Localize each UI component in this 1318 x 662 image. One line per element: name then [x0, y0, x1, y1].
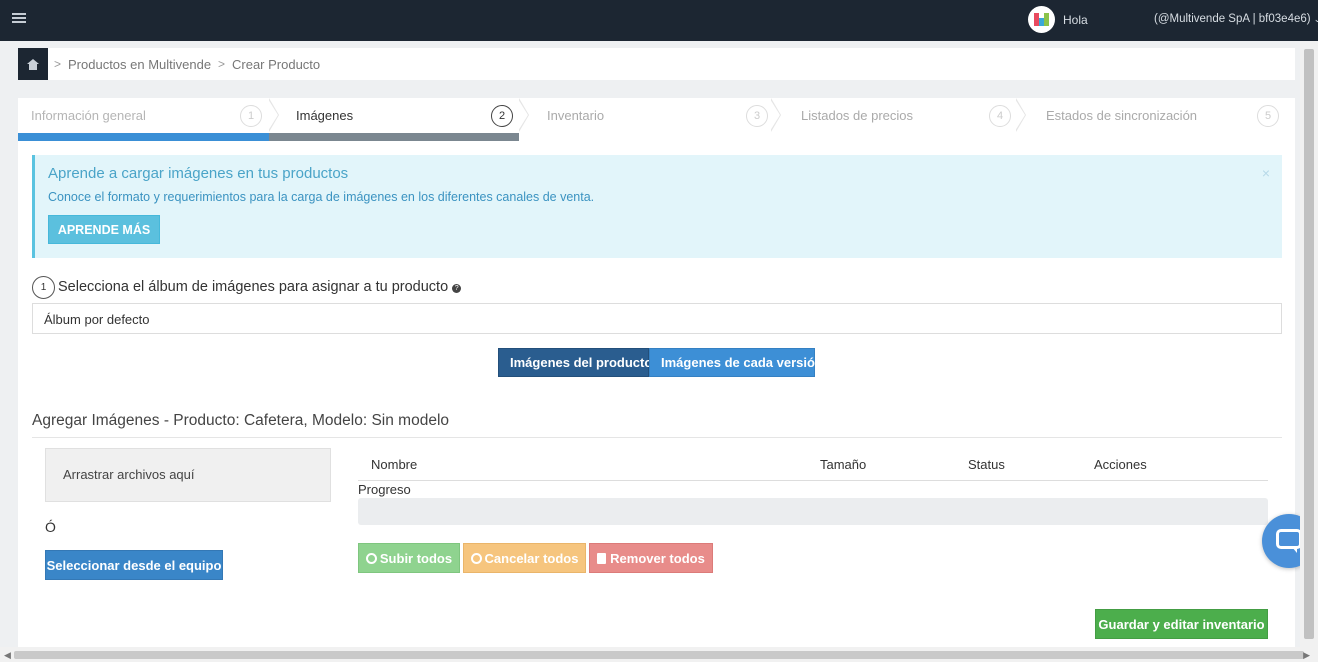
account-dropdown[interactable]: (@Multivende SpA | bf03e4e6) ⌄: [1154, 13, 1318, 25]
breadcrumb: > Productos en Multivende > Crear Produc…: [18, 48, 1295, 80]
top-navbar: Hola (@Multivende SpA | bf03e4e6) ⌄: [0, 0, 1318, 41]
remove-all-button[interactable]: Remover todos: [589, 543, 713, 573]
step-listados-precios[interactable]: Listados de precios 4: [771, 98, 1026, 141]
ban-icon: [470, 552, 482, 564]
section-step-number: 1: [32, 276, 55, 299]
menu-toggle-icon[interactable]: [12, 12, 28, 26]
aprende-mas-button[interactable]: APRENDE MÁS: [48, 215, 160, 244]
breadcrumb-separator: >: [218, 57, 226, 71]
upload-section-title: Agregar Imágenes - Producto: Cafetera, M…: [32, 412, 450, 429]
step-chevron: [1015, 98, 1026, 132]
column-header-nombre: Nombre: [371, 457, 418, 472]
step-label: Estados de sincronización: [1046, 108, 1198, 123]
remove-all-label: Remover todos: [610, 550, 705, 566]
step-inventario[interactable]: Inventario 3: [519, 98, 781, 141]
column-header-tamano: Tamaño: [820, 457, 867, 472]
column-header-status: Status: [968, 457, 1005, 472]
info-alert: Aprende a cargar imágenes en tus product…: [32, 155, 1282, 258]
vertical-scrollbar[interactable]: [1300, 41, 1318, 647]
or-text: Ó: [45, 519, 56, 535]
dropzone-label: Arrastrar archivos aquí: [63, 467, 195, 482]
alert-text: Conoce el formato y requerimientos para …: [48, 190, 595, 204]
upload-all-button[interactable]: Subir todos: [358, 543, 460, 573]
album-title-text: Selecciona el álbum de imágenes para asi…: [58, 279, 449, 295]
help-icon[interactable]: ?: [452, 284, 462, 293]
select-files-button[interactable]: Seleccionar desde el equipo: [45, 550, 223, 580]
step-progress-bar: [18, 133, 269, 141]
greeting-text: Hola: [1063, 13, 1088, 27]
content-panel: Aprende a cargar imágenes en tus product…: [18, 141, 1295, 647]
step-label: Imágenes: [296, 108, 354, 123]
table-header-divider: [358, 480, 1268, 481]
album-selected-value: Álbum por defecto: [44, 312, 150, 327]
breadcrumb-productos[interactable]: Productos en Multivende: [68, 57, 211, 72]
step-progress-bar: [771, 133, 1016, 141]
step-label: Inventario: [547, 108, 605, 123]
breadcrumb-separator: >: [54, 57, 62, 71]
album-section-title: Selecciona el álbum de imágenes para asi…: [58, 279, 462, 295]
tab-imagenes-version[interactable]: Imágenes de cada versión: [649, 348, 823, 377]
upload-progress-bar: [358, 498, 1268, 525]
step-number: 1: [240, 105, 262, 127]
account-label: (@Multivende SpA | bf03e4e6): [1154, 13, 1311, 25]
upload-all-label: Subir todos: [379, 550, 453, 566]
tab-imagenes-producto[interactable]: Imágenes del producto: [498, 348, 652, 377]
breadcrumb-crear-producto: Crear Producto: [232, 57, 321, 72]
step-progress-bar: [1016, 133, 1295, 141]
step-number: 4: [989, 105, 1011, 127]
multivende-logo-icon[interactable]: [1028, 6, 1055, 33]
cancel-all-button[interactable]: Cancelar todos: [463, 543, 586, 573]
column-header-acciones: Acciones: [1094, 457, 1147, 472]
save-and-edit-inventory-button[interactable]: Guardar y editar inventario: [1095, 609, 1268, 639]
step-chevron: [770, 98, 781, 132]
step-number: 5: [1257, 105, 1279, 127]
file-dropzone[interactable]: Arrastrar archivos aquí: [45, 448, 331, 502]
progress-label: Progreso: [358, 482, 411, 497]
cancel-all-label: Cancelar todos: [484, 550, 579, 566]
step-chevron: [518, 98, 529, 132]
divider: [32, 437, 1282, 438]
step-label: Información general: [31, 108, 146, 123]
upload-circle-icon: [365, 552, 377, 564]
chevron-down-icon: ⌄: [1313, 14, 1318, 24]
album-select[interactable]: Álbum por defecto: [32, 303, 1282, 334]
home-icon[interactable]: [18, 48, 48, 80]
step-chevron: [268, 98, 279, 132]
step-progress-bar: [519, 133, 771, 141]
scroll-right-icon[interactable]: ▶: [1303, 650, 1310, 661]
step-progress-bar: [269, 133, 519, 141]
wizard-steps: Información general 1 Imágenes 2 Inventa…: [18, 98, 1295, 141]
step-imagenes[interactable]: Imágenes 2: [269, 98, 529, 141]
image-mode-toggle: Imágenes del producto Imágenes de cada v…: [498, 348, 823, 377]
horizontal-scrollbar[interactable]: ◀ ▶: [0, 647, 1318, 662]
step-label: Listados de precios: [801, 108, 914, 123]
step-number: 3: [746, 105, 768, 127]
close-icon[interactable]: ×: [1262, 165, 1270, 181]
alert-title: Aprende a cargar imágenes en tus product…: [48, 165, 349, 182]
step-informacion-general[interactable]: Información general 1: [18, 98, 279, 141]
trash-icon: [597, 552, 607, 564]
step-number: 2: [491, 105, 513, 127]
scroll-left-icon[interactable]: ◀: [4, 650, 11, 661]
step-estados-sincronizacion[interactable]: Estados de sincronización 5: [1016, 98, 1295, 141]
